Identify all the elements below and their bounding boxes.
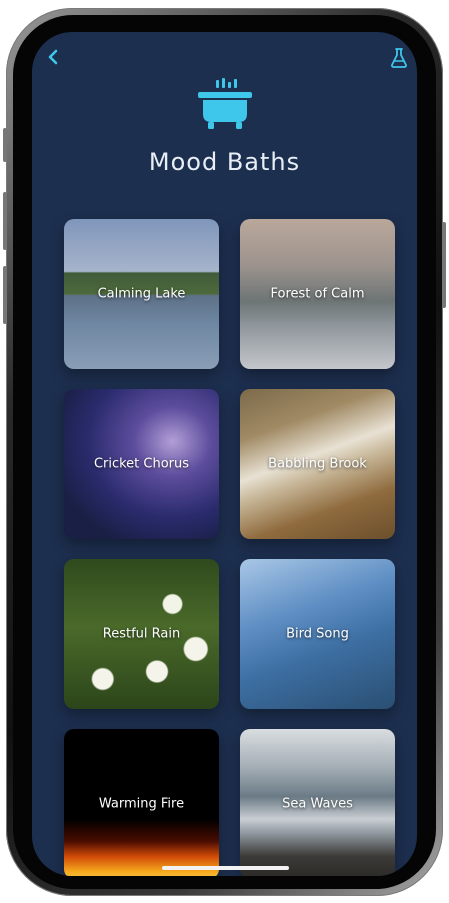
flask-icon [391, 48, 407, 68]
tile-label: Warming Fire [98, 796, 185, 812]
tile-cricket-chorus[interactable]: Cricket Chorus [64, 389, 219, 539]
tile-label: Sea Waves [282, 796, 353, 812]
tile-warming-fire[interactable]: Warming Fire [64, 729, 219, 876]
tile-label: Bird Song [286, 626, 349, 642]
tile-label: Forest of Calm [270, 286, 365, 302]
volume-down-button [3, 266, 7, 324]
volume-up-button [3, 192, 7, 250]
tile-label: Babbling Brook [268, 456, 367, 472]
tile-label: Calming Lake [97, 286, 186, 302]
app-screen: Mood Baths Calming Lake Forest of Calm C… [32, 32, 417, 876]
tile-bird-song[interactable]: Bird Song [240, 559, 395, 709]
tile-restful-rain[interactable]: Restful Rain [64, 559, 219, 709]
mute-switch [3, 128, 7, 162]
tile-label: Restful Rain [102, 626, 181, 642]
chevron-left-icon [48, 49, 58, 65]
tile-babbling-brook[interactable]: Babbling Brook [240, 389, 395, 539]
page-title: Mood Baths [148, 148, 301, 176]
power-button [442, 222, 446, 308]
tile-calming-lake[interactable]: Calming Lake [64, 219, 219, 369]
top-bar [32, 32, 417, 82]
home-indicator[interactable] [162, 866, 289, 870]
tile-forest-of-calm[interactable]: Forest of Calm [240, 219, 395, 369]
tile-label: Cricket Chorus [93, 456, 190, 472]
bathtub-icon [198, 78, 252, 129]
tile-sea-waves[interactable]: Sea Waves [240, 729, 395, 876]
back-button[interactable] [42, 46, 64, 68]
lab-button[interactable] [387, 46, 411, 70]
